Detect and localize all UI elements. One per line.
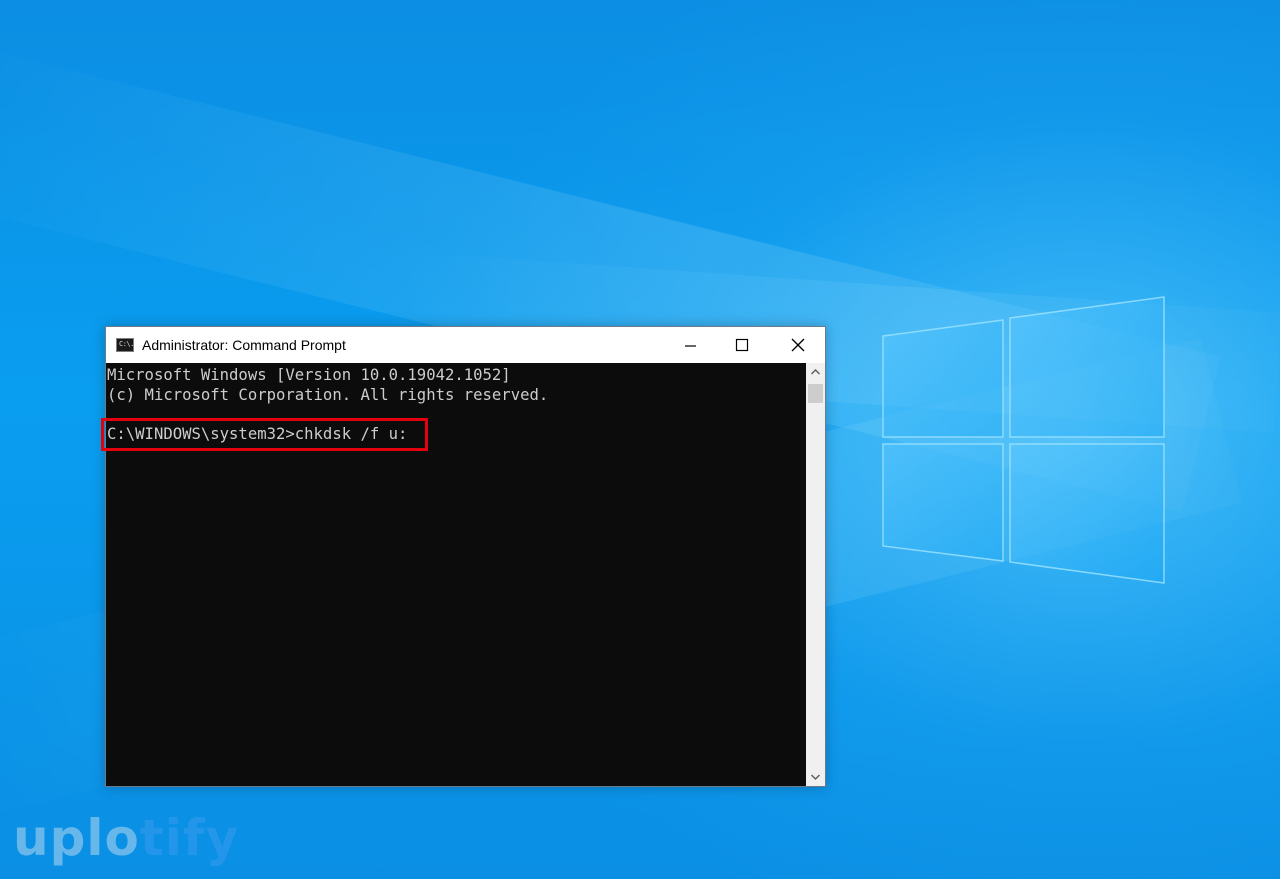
minimize-button[interactable]	[667, 327, 713, 363]
close-button[interactable]	[774, 327, 820, 363]
command-prompt-icon: C:\.	[116, 338, 134, 352]
console-output[interactable]: Microsoft Windows [Version 10.0.19042.10…	[106, 363, 806, 786]
minimize-icon	[685, 345, 696, 347]
vertical-scrollbar[interactable]	[806, 363, 825, 786]
chevron-up-icon	[810, 368, 821, 375]
maximize-button[interactable]	[718, 327, 764, 363]
watermark-text-part2: tify	[139, 809, 240, 867]
console-line: Microsoft Windows [Version 10.0.19042.10…	[107, 366, 511, 384]
command-prompt-window[interactable]: C:\. Administrator: Command Prompt Micro…	[105, 326, 826, 787]
scroll-up-button[interactable]	[806, 363, 825, 380]
console-line: (c) Microsoft Corporation. All rights re…	[107, 386, 549, 404]
scroll-thumb[interactable]	[808, 384, 823, 403]
title-bar[interactable]: C:\. Administrator: Command Prompt	[106, 327, 825, 363]
uplotify-watermark-logo: uplotify	[13, 808, 239, 868]
chevron-down-icon	[810, 774, 821, 781]
watermark-text-part1: uplo	[13, 809, 140, 867]
window-title: Administrator: Command Prompt	[142, 337, 346, 353]
maximize-icon	[735, 338, 749, 352]
command-prompt-icon-glyph: C:\.	[119, 340, 134, 348]
scroll-down-button[interactable]	[806, 769, 825, 786]
command-line[interactable]: C:\WINDOWS\system32>chkdsk /f u:	[107, 424, 407, 444]
close-icon	[791, 338, 805, 352]
